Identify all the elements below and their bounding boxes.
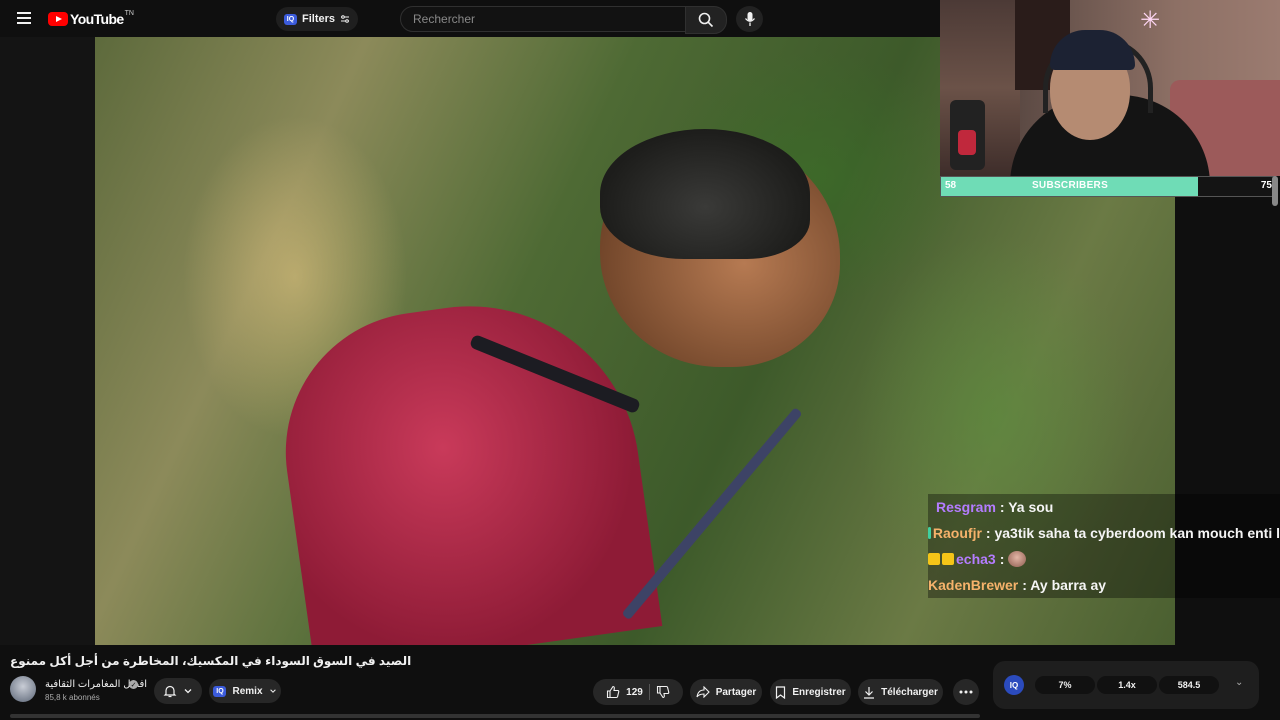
share-arrow-icon	[696, 686, 710, 698]
extension-stat: 584.5	[1159, 676, 1219, 694]
save-button[interactable]: Enregistrer	[770, 679, 851, 705]
more-horizontal-icon	[959, 690, 973, 694]
chevron-down-icon[interactable]: ⌄	[1235, 677, 1243, 688]
chevron-down-icon	[269, 689, 276, 693]
chevron-down-icon	[184, 689, 192, 694]
share-label: Partager	[715, 686, 757, 698]
remix-button[interactable]: IQ Remix	[209, 679, 281, 703]
notification-bell-button[interactable]	[154, 678, 202, 704]
player-background	[0, 37, 95, 645]
starburst-light-icon: ✳	[1139, 7, 1161, 34]
search-box	[400, 6, 687, 32]
thumbs-up-icon[interactable]	[606, 685, 620, 699]
chat-emote-icon	[1008, 551, 1027, 567]
search-input[interactable]	[411, 7, 675, 31]
youtube-logo[interactable]: YouTube TN	[48, 10, 134, 28]
thumbs-down-icon[interactable]	[656, 685, 670, 699]
verified-check-icon: ✓	[129, 680, 138, 689]
menu-button[interactable]	[14, 9, 34, 29]
chat-badge-icon	[942, 553, 954, 565]
chat-badge-icon	[928, 527, 931, 539]
logo-country-code: TN	[124, 9, 134, 17]
save-label: Enregistrer	[792, 686, 846, 698]
hamburger-icon-line	[17, 12, 31, 14]
sliders-icon	[341, 15, 350, 23]
iq-icon: IQ	[284, 13, 297, 25]
channel-avatar[interactable]	[10, 676, 36, 702]
logo-text: YouTube	[70, 11, 124, 27]
filters-label: Filters	[302, 13, 336, 25]
video-rifle	[621, 407, 803, 621]
bell-icon	[163, 685, 177, 698]
subscriber-count: 85,8 k abonnés	[45, 693, 100, 702]
download-button[interactable]: Télécharger	[858, 679, 943, 705]
chat-text: : Ya sou	[999, 499, 1054, 515]
bookmark-icon	[776, 685, 786, 699]
subscriber-goal-target: 75	[1260, 180, 1272, 191]
description-scroll-track	[10, 714, 980, 718]
hamburger-icon-line	[17, 22, 31, 24]
like-divider	[648, 684, 650, 700]
video-title: الصيد في السوق السوداء في المكسيك، المخا…	[10, 654, 412, 668]
chat-overlay: Resgram: Ya sou Raoufjr: ya3tik saha ta c…	[928, 494, 1280, 598]
share-button[interactable]: Partager	[690, 679, 762, 705]
youtube-play-icon	[48, 12, 68, 26]
iq-icon: IQ	[213, 685, 227, 697]
chat-text: :	[999, 551, 1005, 567]
chat-text: : ya3tik saha ta cyberdoom kan mouch ent…	[985, 525, 1280, 541]
video-person-hair	[600, 129, 810, 259]
magnifier-icon	[698, 12, 714, 28]
microphone-icon	[744, 12, 755, 26]
chat-message: echa3:	[928, 546, 1280, 572]
chat-username: KadenBrewer	[928, 577, 1019, 593]
subscriber-goal-label: SUBSCRIBERS	[1031, 180, 1109, 191]
like-dislike-group: 129	[593, 679, 683, 705]
video-person-shirt	[267, 284, 663, 645]
remix-label: Remix	[232, 685, 263, 697]
download-icon	[864, 686, 875, 699]
chat-message: Raoufjr: ya3tik saha ta cyberdoom kan mo…	[928, 520, 1280, 546]
chat-badge-icon	[928, 553, 940, 565]
webcam-lamp-light	[958, 130, 976, 155]
hamburger-icon-line	[17, 17, 31, 19]
chat-message: Resgram: Ya sou	[928, 494, 1280, 520]
page-scrollbar[interactable]	[1272, 176, 1278, 206]
extension-stat: 7%	[1035, 676, 1095, 694]
download-label: Télécharger	[881, 686, 938, 698]
chat-text: : Ay barra ay	[1022, 577, 1107, 593]
extension-stat: 1.4x	[1097, 676, 1157, 694]
subscriber-goal-bar: 58 SUBSCRIBERS 75	[940, 176, 1276, 197]
chat-username: Raoufjr	[932, 525, 982, 541]
chat-message: KadenBrewer: Ay barra ay	[928, 572, 1280, 598]
iq-extension-icon[interactable]: IQ	[1004, 675, 1024, 695]
search-button[interactable]	[685, 6, 727, 34]
like-count: 129	[626, 686, 643, 698]
filters-button[interactable]: IQ Filters	[276, 7, 359, 31]
more-actions-button[interactable]	[953, 679, 979, 705]
chat-username: Resgram	[936, 499, 996, 515]
voice-search-button[interactable]	[736, 6, 763, 32]
chat-username: echa3	[956, 551, 996, 567]
streamer-webcam: ✳	[940, 0, 1280, 176]
